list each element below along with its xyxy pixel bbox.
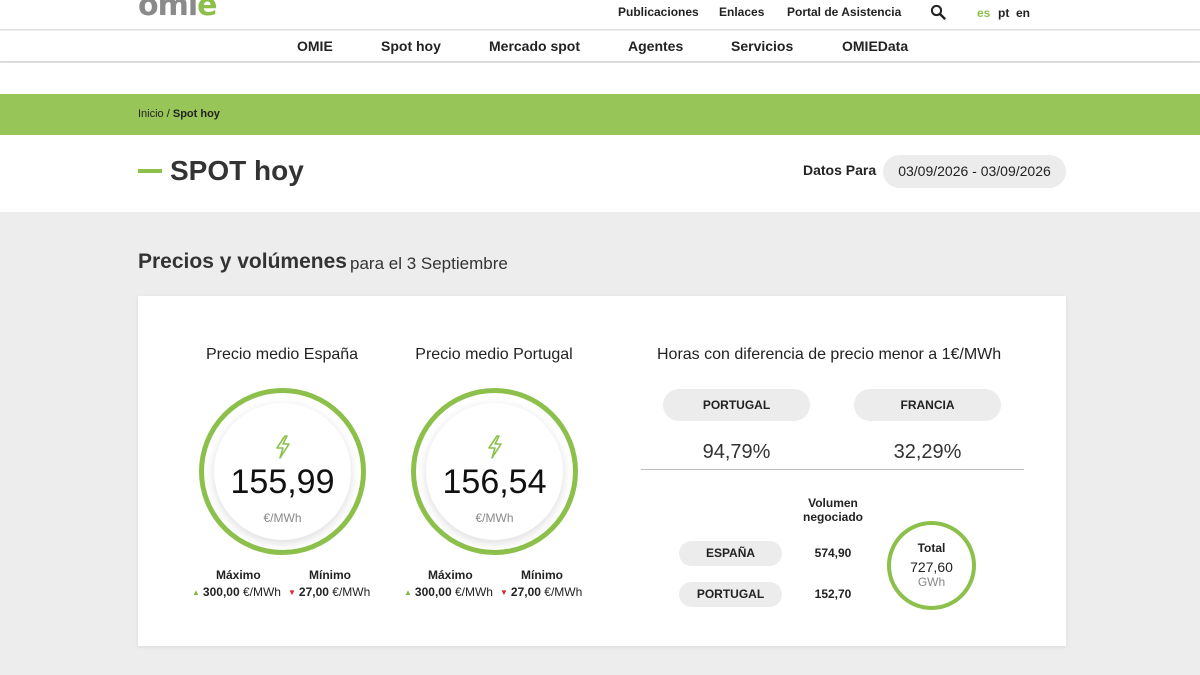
- nav-spot-hoy[interactable]: Spot hoy: [381, 38, 441, 54]
- max-unit: €/MWh: [242, 585, 281, 599]
- price-value: 155,99: [230, 463, 335, 501]
- country-pill-portugal: PORTUGAL: [663, 389, 810, 421]
- publicaciones-link[interactable]: Publicaciones: [618, 5, 699, 19]
- min-number: 27,00: [510, 585, 541, 599]
- pct-portugal: 94,79%: [702, 441, 771, 463]
- lang-pt[interactable]: pt: [998, 6, 1009, 20]
- breadcrumb-home[interactable]: Inicio: [138, 108, 164, 120]
- min-label: Mínimo: [309, 568, 351, 582]
- search-icon[interactable]: [930, 4, 946, 20]
- pct-francia: 32,29%: [893, 441, 962, 463]
- arrow-up-icon: ▲: [192, 588, 200, 597]
- date-range-picker[interactable]: 03/09/2026 - 03/09/2026: [883, 155, 1066, 188]
- lightning-icon: [488, 435, 502, 459]
- nav-omiedata[interactable]: OMIEData: [842, 38, 908, 54]
- nav-omie[interactable]: OMIE: [297, 38, 333, 54]
- max-number: 300,00: [202, 585, 240, 599]
- price-value: 156,54: [442, 463, 547, 501]
- date-label: Datos Para: [803, 162, 877, 178]
- total-volume-ring: Total 727,60 GWh: [887, 521, 976, 610]
- max-label: Máximo: [216, 568, 261, 582]
- volume-pill-espana: ESPAÑA: [679, 541, 782, 566]
- header-spacer: [0, 63, 1200, 94]
- arrow-down-icon: ▼: [500, 588, 508, 597]
- price-unit: €/MWh: [263, 511, 302, 525]
- volume-heading: Volumen negociado: [793, 496, 873, 524]
- volume-espana: 574,90: [814, 546, 852, 560]
- page-title: SPOT hoy: [170, 155, 304, 186]
- price-heading: Precio medio España: [205, 346, 359, 363]
- arrow-up-icon: ▲: [404, 588, 412, 597]
- max-label: Máximo: [428, 568, 473, 582]
- min-unit: €/MWh: [332, 585, 371, 599]
- price-ring: 155,99 €/MWh: [199, 388, 366, 555]
- volume-heading-line1: Volumen: [808, 496, 858, 510]
- min-label: Mínimo: [521, 568, 563, 582]
- breadcrumb-current: Spot hoy: [172, 108, 220, 120]
- max-value: ▲ 300,00 €/MWh: [192, 585, 281, 599]
- volume-pill-portugal: PORTUGAL: [679, 582, 782, 607]
- price-ring-inner: 156,54 €/MWh: [426, 403, 563, 540]
- price-ring-inner: 155,99 €/MWh: [214, 403, 351, 540]
- prices-volumes-card: Precio medio España 155,99 €/MWh Máximo …: [138, 296, 1066, 646]
- top-bar: omie Publicaciones Enlaces Portal de Asi…: [0, 0, 1200, 30]
- main-nav: OMIE Spot hoy Mercado spot Agentes Servi…: [0, 31, 1200, 62]
- price-spain: Precio medio España 155,99 €/MWh Máximo …: [176, 296, 388, 646]
- min-value: ▼ 27,00 €/MWh: [500, 585, 582, 599]
- lightning-icon: [276, 435, 290, 459]
- lang-es[interactable]: es: [977, 6, 990, 20]
- total-label: Total: [917, 541, 946, 555]
- min-value: ▼ 27,00 €/MWh: [288, 585, 370, 599]
- price-heading: Precio medio Portugal: [415, 346, 573, 363]
- enlaces-link[interactable]: Enlaces: [719, 5, 764, 19]
- nav-mercado-spot[interactable]: Mercado spot: [489, 38, 580, 54]
- max-number: 300,00: [414, 585, 452, 599]
- volume-heading-line2: negociado: [802, 510, 863, 524]
- max-value: ▲ 300,00 €/MWh: [404, 585, 493, 599]
- portal-asistencia-link[interactable]: Portal de Asistencia: [787, 5, 901, 19]
- min-unit: €/MWh: [544, 585, 583, 599]
- breadcrumb-band: Inicio / Spot hoy: [0, 94, 1200, 135]
- max-unit: €/MWh: [454, 585, 493, 599]
- min-number: 27,00: [298, 585, 329, 599]
- country-pill-francia: FRANCIA: [854, 389, 1001, 421]
- total-value: 727,60: [910, 559, 953, 575]
- nav-servicios[interactable]: Servicios: [731, 38, 793, 54]
- volume-portugal: 152,70: [814, 587, 852, 601]
- nav-agentes[interactable]: Agentes: [628, 38, 683, 54]
- price-portugal: Precio medio Portugal 156,54 €/MWh Máxim…: [388, 296, 600, 646]
- divider: [641, 469, 1024, 470]
- section-subtitle: para el 3 Septiembre: [350, 254, 508, 273]
- price-ring: 156,54 €/MWh: [411, 388, 578, 555]
- section-title: Precios y volúmenes: [138, 250, 347, 273]
- title-band: SPOT hoy Datos Para 03/09/2026 - 03/09/2…: [0, 135, 1200, 212]
- lang-en[interactable]: en: [1016, 6, 1030, 20]
- title-accent-bar: [138, 169, 162, 173]
- price-unit: €/MWh: [475, 511, 514, 525]
- arrow-down-icon: ▼: [288, 588, 296, 597]
- breadcrumb: Inicio / Spot hoy: [138, 108, 220, 120]
- hours-heading: Horas con diferencia de precio menor a 1…: [657, 346, 1002, 363]
- total-unit: GWh: [917, 575, 946, 589]
- breadcrumb-separator: /: [163, 108, 173, 120]
